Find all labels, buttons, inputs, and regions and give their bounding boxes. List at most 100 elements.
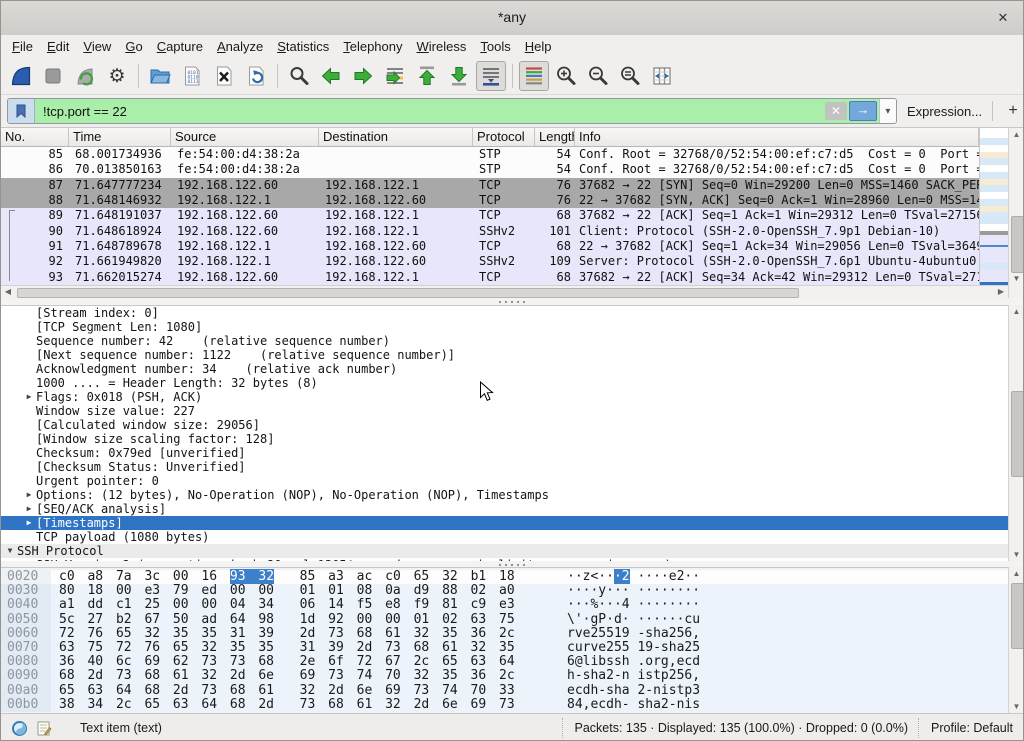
hex-row[interactable]: 007063 75 72 76 65 32 35 35 31 39 2d 73 … [1, 641, 1009, 655]
packet-row[interactable]: 9371.662015274192.168.122.60192.168.122.… [1, 270, 979, 285]
detail-row[interactable]: Sequence number: 42 (relative sequence n… [1, 334, 1023, 348]
expander-icon[interactable] [22, 474, 36, 488]
auto-scroll-icon[interactable] [476, 61, 506, 91]
hex-row[interactable]: 00b038 34 2c 65 63 64 68 2d 73 68 61 32 … [1, 698, 1009, 712]
go-last-icon[interactable] [444, 61, 474, 91]
detail-row[interactable]: Urgent pointer: 0 [1, 474, 1023, 488]
scroll-left-icon[interactable]: ◀ [1, 286, 15, 298]
expander-icon[interactable] [22, 404, 36, 418]
scroll-right-icon[interactable]: ▶ [994, 286, 1008, 298]
details-vscrollbar[interactable]: ▲ ▼ [1008, 305, 1024, 561]
expander-icon[interactable]: ▶ [22, 502, 36, 516]
hex-row[interactable]: 006072 76 65 32 35 35 31 39 2d 73 68 61 … [1, 627, 1009, 641]
column-header[interactable]: Source [171, 128, 319, 146]
display-filter-input[interactable]: !tcp.port == 22 ✕ → ▾ [7, 98, 897, 124]
scrollbar-thumb[interactable] [1011, 583, 1024, 649]
pane-splitter[interactable] [1, 298, 1023, 305]
detail-row[interactable]: TCP payload (1080 bytes) [1, 530, 1023, 544]
colorize-icon[interactable] [519, 61, 549, 91]
packet-row[interactable]: 9271.661949820192.168.122.1192.168.122.6… [1, 254, 979, 269]
packet-row[interactable]: 8568.001734936fe:54:00:d4:38:2aSTP54Conf… [1, 147, 979, 162]
zoom-out-icon[interactable] [583, 61, 613, 91]
menu-item[interactable]: Help [518, 37, 559, 56]
scrollbar-thumb[interactable] [1011, 391, 1024, 477]
capture-options-icon[interactable]: ⚙ [102, 61, 132, 91]
packet-row[interactable]: 8771.647777234192.168.122.60192.168.122.… [1, 178, 979, 193]
stop-capture-icon[interactable] [38, 61, 68, 91]
menu-item[interactable]: View [76, 37, 118, 56]
go-first-icon[interactable] [412, 61, 442, 91]
expander-icon[interactable] [22, 432, 36, 446]
scrollbar-thumb[interactable] [1011, 216, 1024, 273]
hex-row[interactable]: 003080 18 00 e3 79 ed 00 00 01 01 08 0a … [1, 584, 1009, 598]
expander-icon[interactable] [22, 348, 36, 362]
expander-icon[interactable] [22, 362, 36, 376]
menu-item[interactable]: Wireless [410, 37, 474, 56]
menu-item[interactable]: Edit [40, 37, 76, 56]
expander-icon[interactable]: ▼ [3, 544, 17, 558]
hex-row[interactable]: 009068 2d 73 68 61 32 2d 6e 69 73 74 70 … [1, 669, 1009, 683]
expander-icon[interactable] [22, 418, 36, 432]
expression-button[interactable]: Expression... [907, 104, 982, 119]
capture-comment-icon[interactable] [36, 720, 52, 737]
detail-row[interactable]: Checksum: 0x79ed [unverified] [1, 446, 1023, 460]
detail-row[interactable]: [TCP Segment Len: 1080] [1, 320, 1023, 334]
column-header[interactable]: No. [1, 128, 69, 146]
scroll-up-icon[interactable]: ▲ [1009, 128, 1024, 141]
apply-filter-icon[interactable]: → [849, 101, 877, 121]
menu-item[interactable]: File [5, 37, 40, 56]
status-profile[interactable]: Profile: Default [918, 718, 1023, 738]
go-forward-icon[interactable] [348, 61, 378, 91]
hex-row[interactable]: 00505c 27 b2 67 50 ad 64 98 1d 92 00 00 … [1, 613, 1009, 627]
menu-item[interactable]: Telephony [336, 37, 409, 56]
intelligent-scrollbar-minimap[interactable] [979, 128, 1010, 285]
detail-row[interactable]: ▼SSH Protocol [1, 544, 1011, 558]
filter-text[interactable]: !tcp.port == 22 [35, 104, 825, 119]
menu-item[interactable]: Capture [150, 37, 210, 56]
expander-icon[interactable] [22, 376, 36, 390]
column-header[interactable]: Destination [319, 128, 473, 146]
scroll-up-icon[interactable]: ▲ [1009, 305, 1024, 318]
hex-row[interactable]: 0040a1 dd c1 25 00 00 04 34 06 14 f5 e8 … [1, 598, 1009, 612]
column-header[interactable]: Protocol [473, 128, 535, 146]
expander-icon[interactable] [22, 334, 36, 348]
zoom-original-icon[interactable] [615, 61, 645, 91]
reload-file-icon[interactable] [241, 61, 271, 91]
scrollbar-thumb[interactable] [17, 288, 799, 298]
packet-row[interactable]: 8670.013850163fe:54:00:d4:38:2aSTP54Conf… [1, 162, 979, 177]
detail-row[interactable]: [Next sequence number: 1122 (relative se… [1, 348, 1023, 362]
expert-info-icon[interactable] [11, 720, 28, 737]
scroll-down-icon[interactable]: ▼ [1009, 700, 1024, 713]
detail-row[interactable]: ▶Flags: 0x018 (PSH, ACK) [1, 390, 1023, 404]
add-filter-button[interactable]: + [1003, 102, 1023, 120]
packet-list-hscrollbar[interactable]: ◀ ▶ [1, 285, 1008, 298]
packet-row[interactable]: 9171.648789678192.168.122.1192.168.122.6… [1, 239, 979, 254]
expander-icon[interactable] [22, 446, 36, 460]
detail-row[interactable]: Window size value: 227 [1, 404, 1023, 418]
find-packet-icon[interactable] [284, 61, 314, 91]
menu-item[interactable]: Statistics [270, 37, 336, 56]
packet-row[interactable]: 8971.648191037192.168.122.60192.168.122.… [1, 208, 979, 223]
expander-icon[interactable] [22, 530, 36, 544]
column-header[interactable]: Time [69, 128, 171, 146]
filter-bookmark-icon[interactable] [8, 99, 35, 123]
save-file-icon[interactable]: 010101100113 [177, 61, 207, 91]
detail-row[interactable]: Acknowledgment number: 34 (relative ack … [1, 362, 1023, 376]
start-capture-icon[interactable] [6, 61, 36, 91]
packet-row[interactable]: 8871.648146932192.168.122.1192.168.122.6… [1, 193, 979, 208]
menu-item[interactable]: Go [118, 37, 149, 56]
menu-item[interactable]: Analyze [210, 37, 270, 56]
column-header[interactable]: Info [575, 128, 979, 146]
scroll-down-icon[interactable]: ▼ [1009, 272, 1024, 285]
detail-row[interactable]: [Checksum Status: Unverified] [1, 460, 1023, 474]
hex-vscrollbar[interactable]: ▲ ▼ [1008, 567, 1024, 713]
close-file-icon[interactable] [209, 61, 239, 91]
expander-icon[interactable]: ▶ [22, 516, 36, 530]
open-file-icon[interactable] [145, 61, 175, 91]
detail-row[interactable]: ▶Options: (12 bytes), No-Operation (NOP)… [1, 488, 1023, 502]
detail-row[interactable]: 1000 .... = Header Length: 32 bytes (8) [1, 376, 1023, 390]
expander-icon[interactable] [22, 306, 36, 320]
expander-icon[interactable]: ▶ [22, 390, 36, 404]
zoom-in-icon[interactable] [551, 61, 581, 91]
menu-item[interactable]: Tools [473, 37, 517, 56]
